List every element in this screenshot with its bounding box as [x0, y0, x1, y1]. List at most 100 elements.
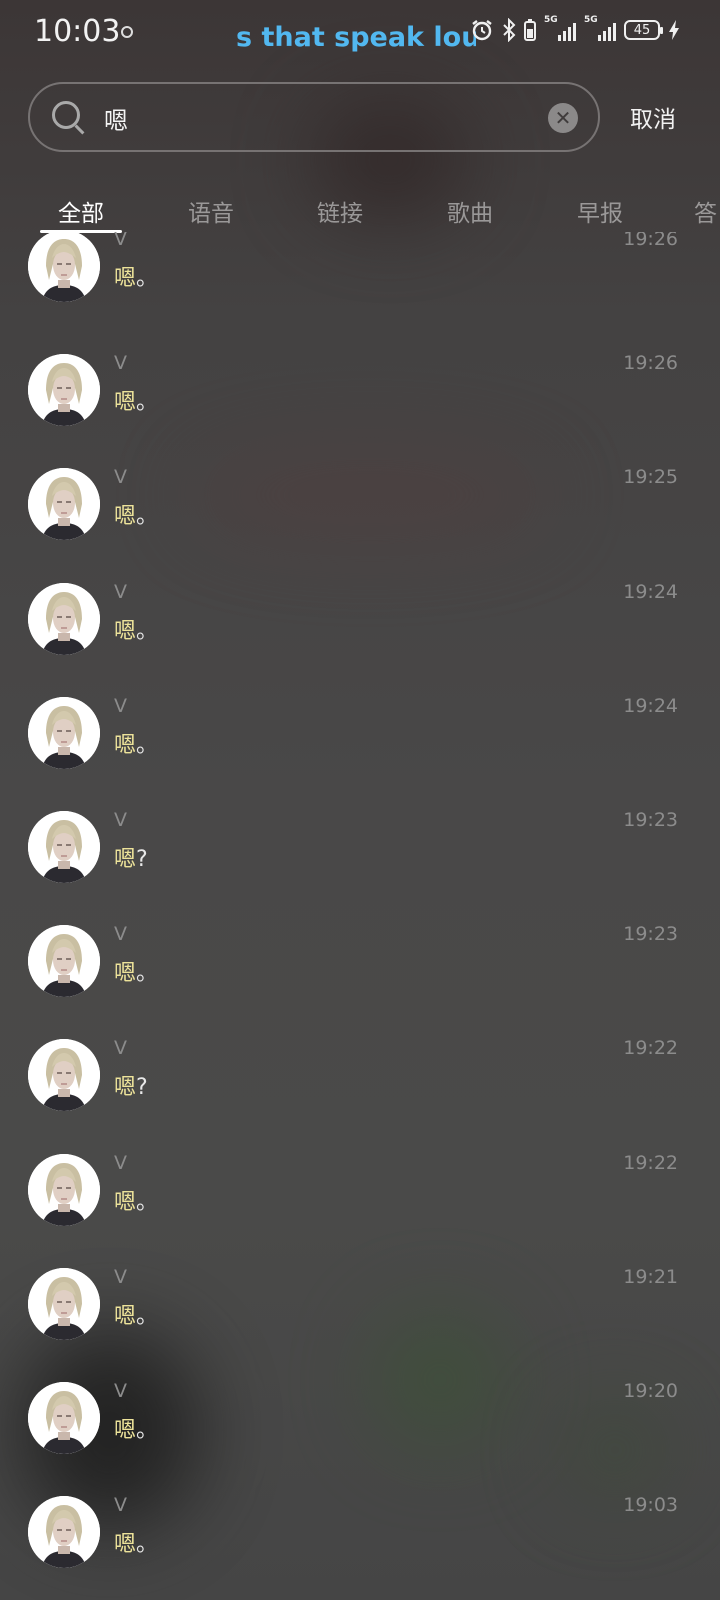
- sender-name: V: [114, 1037, 127, 1060]
- keyword-highlight: 嗯: [114, 961, 137, 987]
- result-row[interactable]: V 19:23 嗯。: [0, 923, 720, 1039]
- sender-name: V: [114, 1265, 127, 1288]
- result-row[interactable]: V 19:26 嗯。: [0, 352, 720, 468]
- avatar[interactable]: [28, 1267, 100, 1340]
- message-rest: 。: [136, 1532, 159, 1558]
- message-time: 19:22: [623, 1037, 678, 1060]
- avatar[interactable]: [28, 1382, 100, 1454]
- avatar-portrait: [28, 1039, 100, 1112]
- avatar[interactable]: [28, 232, 100, 302]
- result-row[interactable]: V 19:22 嗯?: [0, 1037, 720, 1153]
- avatar-portrait: [28, 354, 100, 427]
- result-row[interactable]: V 19:24 嗯。: [0, 694, 720, 811]
- message-rest: 。: [136, 266, 159, 291]
- sender-name: V: [114, 232, 127, 250]
- message-rest: 。: [136, 1418, 159, 1443]
- avatar[interactable]: [28, 1153, 100, 1226]
- message-rest: 。: [136, 504, 159, 530]
- search-input[interactable]: [102, 98, 526, 138]
- search-icon: [52, 101, 80, 129]
- message-time: 19:26: [623, 352, 678, 375]
- tab-all[interactable]: 全部: [58, 194, 104, 228]
- avatar-portrait: [28, 1153, 100, 1226]
- search-results-list: V 19:26 嗯。 V 19:26 嗯。 V 19:25 嗯。 V 19:24…: [0, 232, 720, 1600]
- message-snippet: 嗯。: [114, 1412, 158, 1444]
- keyword-highlight: 嗯: [114, 732, 137, 758]
- message-snippet: 嗯。: [114, 613, 158, 645]
- tab-morning-report[interactable]: 早报: [577, 194, 623, 228]
- result-row[interactable]: V 19:21 嗯。: [0, 1265, 720, 1382]
- message-rest: 。: [136, 618, 159, 644]
- avatar-portrait: [28, 925, 100, 998]
- avatar-portrait: [28, 1496, 100, 1569]
- signal-5g-icon: 5G: [584, 15, 616, 41]
- message-snippet: 嗯?: [114, 1069, 148, 1101]
- avatar-portrait: [28, 468, 100, 541]
- message-rest: ?: [136, 847, 148, 872]
- clock: 10:03: [34, 14, 121, 49]
- clear-icon[interactable]: ✕: [548, 103, 578, 133]
- message-time: 19:22: [623, 1151, 678, 1174]
- message-time: 19:26: [623, 232, 678, 250]
- sender-name: V: [114, 352, 127, 375]
- keyword-highlight: 嗯: [114, 504, 137, 530]
- message-time: 19:21: [623, 1265, 678, 1288]
- keyword-highlight: 嗯: [114, 1075, 137, 1101]
- signal-5g-icon: 5G: [544, 15, 576, 41]
- keyword-highlight: 嗯: [114, 1189, 137, 1215]
- result-row[interactable]: V 19:03 嗯。: [0, 1494, 720, 1600]
- result-row[interactable]: V 19:20 嗯。: [0, 1380, 720, 1496]
- sender-name: V: [114, 466, 127, 489]
- avatar-portrait: [28, 232, 100, 302]
- tab-songs[interactable]: 歌曲: [447, 194, 493, 228]
- message-rest: 。: [136, 732, 159, 758]
- message-time: 19:20: [623, 1380, 678, 1402]
- keyword-highlight: 嗯: [114, 1303, 137, 1329]
- message-snippet: 嗯。: [114, 384, 158, 416]
- message-time: 19:23: [623, 809, 678, 831]
- tab-voice[interactable]: 语音: [188, 194, 234, 228]
- keyword-highlight: 嗯: [114, 266, 137, 291]
- result-row[interactable]: V 19:25 嗯。: [0, 466, 720, 582]
- tab-links[interactable]: 链接: [317, 194, 363, 228]
- charging-icon: [669, 20, 679, 40]
- message-rest: 。: [136, 1189, 159, 1215]
- result-row[interactable]: V 19:26 嗯。: [0, 232, 720, 344]
- message-snippet: 嗯。: [114, 1298, 158, 1330]
- result-row[interactable]: V 19:24 嗯。: [0, 581, 720, 697]
- avatar[interactable]: [28, 1496, 100, 1569]
- keyword-highlight: 嗯: [114, 390, 137, 416]
- message-time: 19:25: [623, 466, 678, 489]
- message-snippet: 嗯。: [114, 955, 158, 987]
- message-time: 19:24: [623, 694, 678, 717]
- result-row[interactable]: V 19:22 嗯。: [0, 1151, 720, 1268]
- avatar-portrait: [28, 811, 100, 883]
- avatar[interactable]: [28, 696, 100, 769]
- search-bar[interactable]: ✕: [28, 82, 600, 152]
- result-row[interactable]: V 19:23 嗯?: [0, 809, 720, 925]
- music-ticker: s that speak louder: [236, 22, 476, 53]
- battery-saver-icon: [524, 19, 536, 41]
- message-snippet: 嗯。: [114, 727, 158, 759]
- message-snippet: 嗯。: [114, 260, 158, 292]
- bluetooth-icon: [503, 18, 516, 42]
- tab-partial[interactable]: 答: [694, 194, 717, 228]
- tab-bar: 全部 语音 链接 歌曲 早报 答: [0, 190, 720, 236]
- cancel-button[interactable]: 取消: [630, 100, 676, 134]
- avatar-portrait: [28, 582, 100, 655]
- avatar[interactable]: [28, 468, 100, 541]
- battery-icon: 45: [624, 20, 663, 40]
- status-icons: 5G 5G 45: [470, 15, 680, 42]
- avatar-portrait: [28, 696, 100, 769]
- avatar[interactable]: [28, 582, 100, 655]
- status-bar: 10:03 s that speak louder 5G 5G 45: [0, 0, 720, 70]
- keyword-highlight: 嗯: [114, 1532, 137, 1558]
- message-time: 19:23: [623, 923, 678, 946]
- sender-name: V: [114, 809, 127, 831]
- avatar[interactable]: [28, 354, 100, 427]
- avatar[interactable]: [28, 1039, 100, 1112]
- avatar[interactable]: [28, 811, 100, 883]
- message-rest: 。: [136, 961, 159, 987]
- message-snippet: 嗯。: [114, 1184, 158, 1216]
- avatar[interactable]: [28, 925, 100, 998]
